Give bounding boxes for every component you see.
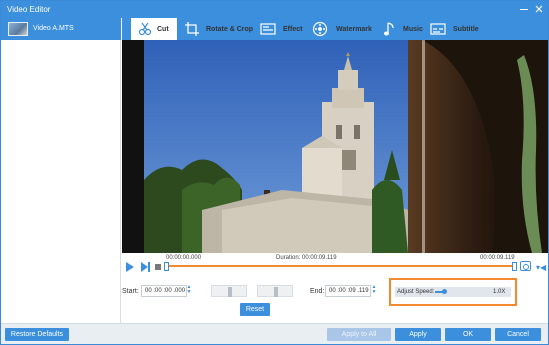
tab-label: Watermark (336, 26, 372, 33)
slider-thumb[interactable] (228, 287, 232, 297)
title-bar: Video Editor (1, 1, 548, 18)
effect-icon (260, 23, 276, 35)
tab-label: Effect (283, 26, 303, 33)
timeline-end-time: 00:00:09.119 (480, 255, 515, 261)
tab-bar: Cut Rotate & Crop Effect Watermark Music… (122, 18, 548, 40)
speed-value: 1.0X (493, 289, 506, 295)
file-list: Video A.MTS (1, 18, 121, 323)
speed-control: Adjust Speed: 1.0X (395, 287, 511, 297)
tab-cut[interactable]: Cut (131, 18, 177, 40)
window-title: Video Editor (7, 5, 51, 14)
end-label: End: (310, 288, 325, 295)
timeline-start-handle[interactable] (164, 262, 169, 271)
slider-thumb[interactable] (274, 287, 278, 297)
crop-icon (185, 22, 199, 36)
reset-button[interactable]: Reset (240, 303, 270, 316)
tab-rotate-crop[interactable]: Rotate & Crop (182, 18, 254, 40)
subtitle-icon (430, 23, 446, 35)
speed-slider-thumb[interactable] (442, 289, 447, 294)
minimize-button[interactable] (517, 2, 531, 16)
play-next-icon[interactable] (141, 262, 148, 272)
footer-bar: Restore Defaults Apply to All Apply OK C… (1, 323, 548, 344)
end-time-stepper[interactable]: ▲ ▼ (371, 285, 377, 297)
cancel-button[interactable]: Cancel (495, 328, 541, 341)
end-time-input[interactable]: 00 :00 :09 .119 (325, 285, 371, 297)
tab-music[interactable]: Music (382, 18, 424, 40)
timeline-end-handle[interactable] (512, 262, 517, 271)
close-button[interactable] (532, 2, 546, 16)
video-preview[interactable] (122, 40, 548, 253)
end-trim-slider[interactable] (257, 285, 293, 297)
camera-icon[interactable] (520, 261, 531, 271)
ok-button[interactable]: OK (445, 328, 491, 341)
video-frame-image (122, 40, 548, 253)
watermark-icon (312, 21, 328, 37)
tab-subtitle[interactable]: Subtitle (430, 18, 482, 40)
stop-icon[interactable] (155, 264, 161, 270)
apply-to-all-button[interactable]: Apply to All (327, 328, 391, 341)
tab-watermark[interactable]: Watermark (312, 18, 374, 40)
timeline-start-time: 00:00:00.000 (166, 255, 202, 261)
file-name: Video A.MTS (33, 25, 74, 32)
apply-button[interactable]: Apply (395, 328, 441, 341)
cut-controls: Start: 00 :00 :00 .000 ▲ ▼ End: 00 :00 :0… (122, 278, 548, 323)
speed-label: Adjust Speed: (397, 289, 435, 295)
tab-label: Cut (157, 26, 169, 33)
start-time-stepper[interactable]: ▲ ▼ (186, 285, 192, 297)
tab-effect[interactable]: Effect (260, 18, 306, 40)
close-icon (535, 5, 543, 13)
volume-icon[interactable]: ▾◀ (536, 263, 546, 272)
list-item[interactable]: Video A.MTS (1, 18, 121, 40)
tab-label: Music (403, 26, 423, 33)
timeline-duration: Duration: 00:00:09.119 (276, 255, 337, 261)
tab-label: Rotate & Crop (206, 26, 254, 33)
adjust-speed-panel: Adjust Speed: 1.0X (389, 278, 517, 306)
timeline: 00:00:00.000 Duration: 00:00:09.119 00:0… (122, 253, 548, 278)
play-icon[interactable] (126, 262, 134, 272)
tab-label: Subtitle (453, 26, 479, 33)
scissors-icon (138, 22, 152, 36)
timeline-track[interactable] (166, 265, 516, 267)
video-thumbnail (8, 22, 28, 36)
video-editor-window: Video Editor Video A.MTS Cut Rotate & Cr… (0, 0, 549, 345)
restore-defaults-button[interactable]: Restore Defaults (5, 328, 69, 341)
minimize-icon (520, 9, 528, 10)
play-next-bar (148, 262, 150, 272)
start-time-input[interactable]: 00 :00 :00 .000 (141, 285, 187, 297)
start-trim-slider[interactable] (211, 285, 247, 297)
music-icon (384, 22, 394, 36)
start-label: Start: (122, 288, 139, 295)
